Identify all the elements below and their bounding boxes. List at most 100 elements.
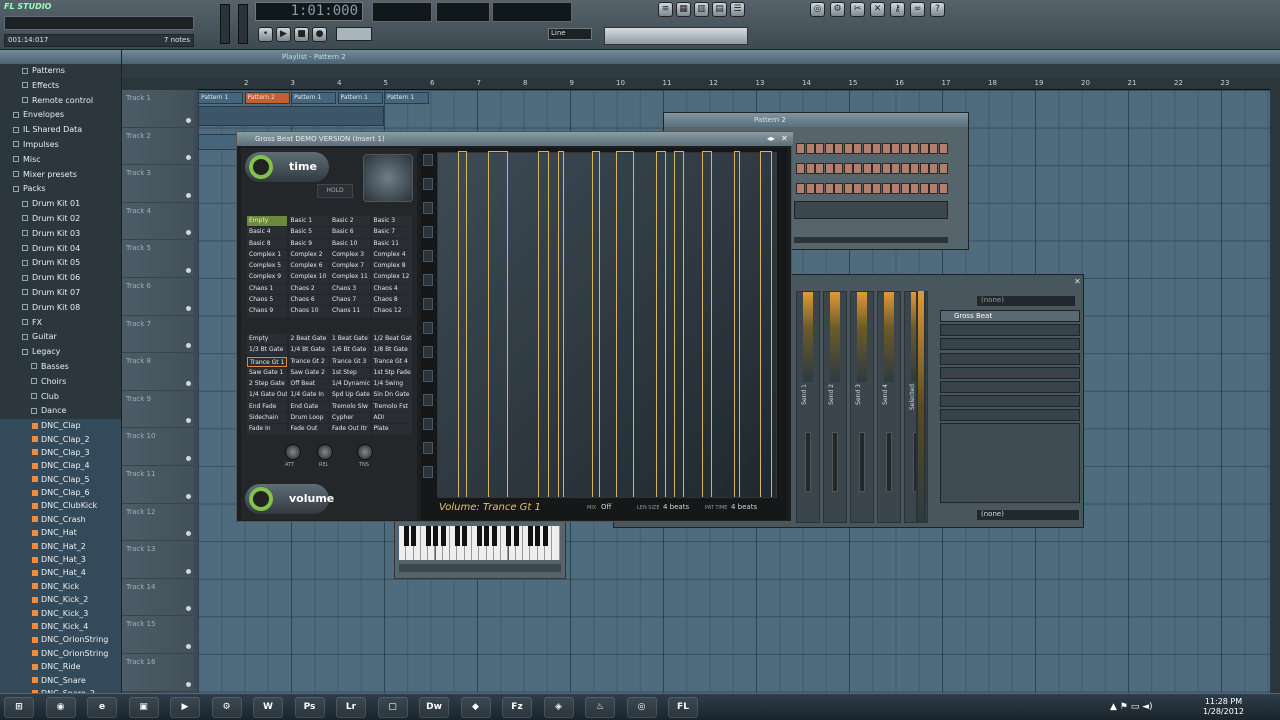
step-button[interactable] bbox=[805, 183, 815, 194]
browser-item[interactable]: Envelopes bbox=[0, 108, 121, 123]
browser-item[interactable]: Remote control bbox=[0, 94, 121, 109]
volume-fader[interactable] bbox=[805, 432, 811, 492]
browser-file[interactable]: DNC_Clap_6 bbox=[0, 486, 121, 500]
step-button[interactable] bbox=[805, 163, 815, 174]
volume-preset[interactable]: Off Beat bbox=[288, 379, 329, 390]
time-preset[interactable]: Chaos 11 bbox=[330, 306, 370, 317]
track-mute-icon[interactable] bbox=[186, 681, 191, 687]
play-button[interactable]: ▶ bbox=[276, 27, 291, 42]
volume-preset[interactable]: 2 Step Gate bbox=[247, 379, 287, 390]
pat-time-value[interactable]: 4 beats bbox=[731, 503, 757, 511]
browser-file[interactable]: DNC_Hat bbox=[0, 526, 121, 540]
browser-file[interactable]: DNC_OrionString bbox=[0, 633, 121, 647]
step-button[interactable] bbox=[891, 163, 900, 174]
dreamweaver-taskbar-icon[interactable]: Dw bbox=[419, 697, 449, 718]
step-button[interactable] bbox=[843, 143, 853, 154]
browser-item[interactable]: Drum Kit 05 bbox=[0, 256, 121, 271]
volume-preset[interactable]: 1/8 Bt Gate bbox=[371, 345, 412, 356]
word-taskbar-icon[interactable]: W bbox=[253, 697, 283, 718]
envelope-tool-icon[interactable] bbox=[423, 274, 433, 286]
volume-preset[interactable]: Saw Gate 2 bbox=[288, 367, 329, 379]
step-button[interactable] bbox=[815, 143, 824, 154]
track-mute-icon[interactable] bbox=[186, 343, 191, 349]
master-volume-slider[interactable] bbox=[220, 4, 230, 44]
volume-preset[interactable]: Saw Gate 1 bbox=[247, 367, 287, 379]
browser-file[interactable]: DNC_Clap_2 bbox=[0, 432, 121, 446]
time-preset[interactable]: Basic 3 bbox=[371, 216, 412, 227]
volume-preset[interactable]: 1/6 Bt Gate bbox=[330, 345, 370, 356]
browser-item[interactable]: IL Shared Data bbox=[0, 123, 121, 138]
step-button[interactable] bbox=[824, 163, 834, 174]
time-preset[interactable]: Complex 1 bbox=[247, 249, 287, 261]
browser-item[interactable]: Drum Kit 04 bbox=[0, 242, 121, 257]
step-button[interactable] bbox=[796, 163, 805, 174]
time-preset[interactable]: Complex 10 bbox=[288, 272, 329, 283]
gate-segment[interactable] bbox=[674, 151, 684, 497]
stepseq-scrollbar[interactable] bbox=[794, 237, 948, 243]
volume-preset[interactable]: 1/3 Bt Gate bbox=[247, 345, 287, 356]
fx-slot[interactable] bbox=[940, 409, 1080, 422]
browser-file[interactable]: DNC_Crash bbox=[0, 512, 121, 527]
track-mute-icon[interactable] bbox=[186, 568, 191, 574]
volume-preset[interactable]: Empty bbox=[247, 334, 287, 345]
step-button[interactable] bbox=[824, 183, 834, 194]
gate-segment[interactable] bbox=[592, 151, 600, 497]
black-key[interactable] bbox=[542, 526, 548, 546]
black-key[interactable] bbox=[528, 526, 534, 546]
browser-file[interactable]: DNC_Kick_4 bbox=[0, 619, 121, 634]
time-preset[interactable]: Complex 12 bbox=[371, 272, 412, 283]
browser-file[interactable]: DNC_ClubKick bbox=[0, 499, 121, 513]
mixer-close-icon[interactable]: ✕ bbox=[1074, 277, 1083, 286]
track-header[interactable]: Track 11 bbox=[122, 465, 194, 504]
browser-file[interactable]: DNC_Clap_5 bbox=[0, 472, 121, 487]
envelope-graph[interactable] bbox=[437, 151, 777, 498]
envelope-tool-icon[interactable] bbox=[423, 250, 433, 262]
gate-segment[interactable] bbox=[616, 151, 634, 497]
step-button[interactable] bbox=[900, 163, 910, 174]
track-header[interactable]: Track 1 bbox=[122, 90, 194, 128]
time-preset[interactable]: Chaos 2 bbox=[288, 283, 329, 295]
step-button[interactable] bbox=[796, 183, 805, 194]
track-header[interactable]: Track 4 bbox=[122, 202, 194, 241]
step-button[interactable] bbox=[891, 143, 900, 154]
volume-preset[interactable]: Trance Gt 3 bbox=[330, 356, 370, 367]
black-key[interactable] bbox=[484, 526, 490, 546]
volume-preset[interactable]: Tremolo Fst bbox=[371, 401, 412, 413]
step-button[interactable] bbox=[815, 163, 824, 174]
volume-preset[interactable]: End Gate bbox=[288, 401, 329, 413]
browser-file[interactable]: DNC_OrionString bbox=[0, 646, 121, 661]
step-button[interactable] bbox=[853, 183, 862, 194]
fx-slot[interactable] bbox=[940, 366, 1080, 379]
browser-file[interactable]: DNC_Ride bbox=[0, 660, 121, 674]
volume-fader[interactable] bbox=[832, 432, 838, 492]
black-key[interactable] bbox=[477, 526, 482, 546]
time-preset[interactable]: Basic 6 bbox=[330, 227, 370, 238]
mixer-strip[interactable]: Send 2 bbox=[823, 291, 847, 523]
playlist-title[interactable]: Playlist - Pattern 2 bbox=[122, 50, 1280, 64]
step-button[interactable] bbox=[938, 163, 948, 174]
time-preset[interactable]: Complex 11 bbox=[330, 272, 370, 283]
gate-segment[interactable] bbox=[558, 151, 564, 497]
time-preset[interactable]: Chaos 7 bbox=[330, 295, 370, 306]
step-button[interactable] bbox=[853, 163, 862, 174]
step-button[interactable] bbox=[815, 183, 824, 194]
track-header[interactable]: Track 6 bbox=[122, 277, 194, 316]
tension-knob[interactable] bbox=[357, 444, 373, 460]
envelope-tool-icon[interactable] bbox=[423, 370, 433, 382]
step-button[interactable] bbox=[834, 143, 843, 154]
pattern-mode-button[interactable]: • bbox=[258, 27, 273, 42]
system-clock[interactable]: 11:28 PM 1/28/2012 bbox=[1203, 697, 1244, 717]
volume-preset[interactable]: Trance Gt 1 bbox=[247, 356, 287, 367]
explorer-taskbar-icon[interactable]: ▢ bbox=[377, 697, 408, 718]
gate-segment[interactable] bbox=[760, 151, 772, 497]
mixer-window-button[interactable]: ☰ bbox=[730, 2, 745, 17]
black-key[interactable] bbox=[411, 526, 417, 546]
browser-file[interactable]: DNC_Snare bbox=[0, 673, 121, 687]
chrome-taskbar-icon[interactable]: ◉ bbox=[45, 697, 76, 718]
stepseq-window-button[interactable]: ▦ bbox=[676, 2, 691, 17]
track-mute-icon[interactable] bbox=[186, 305, 191, 311]
pattern-clip[interactable]: Pattern 1 bbox=[291, 92, 336, 104]
step-button[interactable] bbox=[881, 183, 891, 194]
browser-file[interactable]: DNC_Kick_2 bbox=[0, 593, 121, 607]
gate-segment[interactable] bbox=[488, 151, 508, 497]
